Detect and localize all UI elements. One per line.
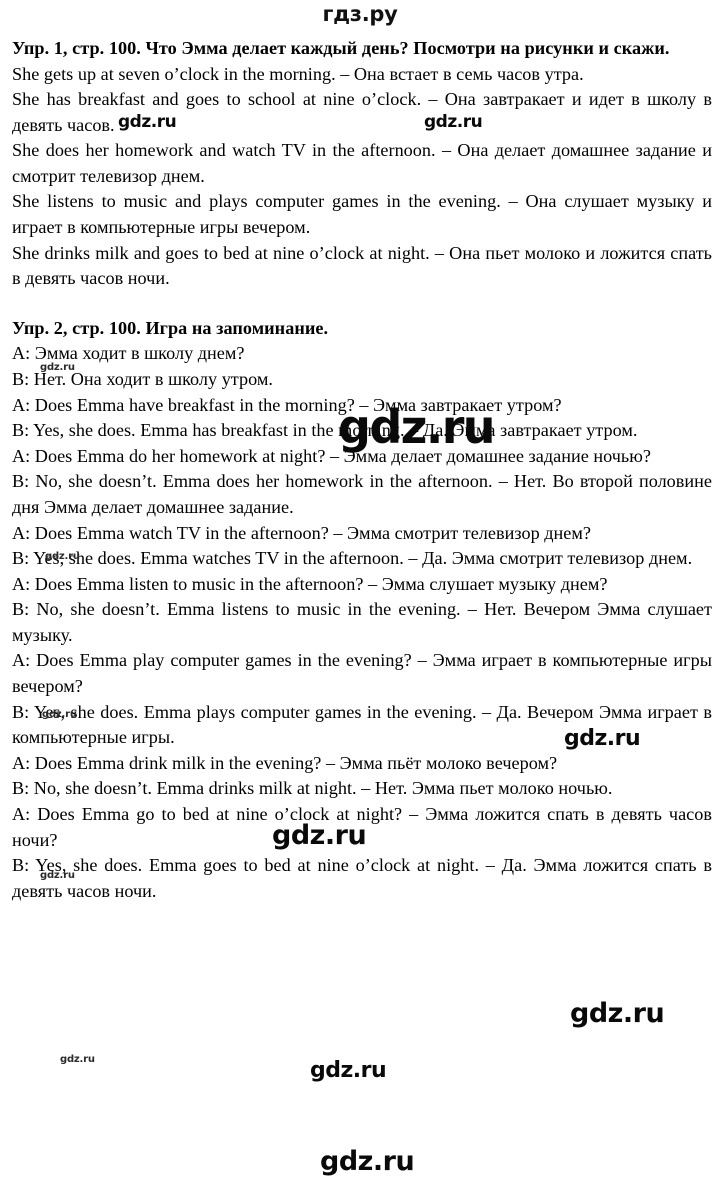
exercise-2-line-6: B: No, she doesn’t. Emma does her homewo… — [12, 471, 712, 517]
exercise-1-line-3: She does her homework and watch TV in th… — [12, 140, 712, 186]
exercise-2-line-10: B: No, she doesn’t. Emma listens to musi… — [12, 599, 712, 645]
exercise-1-heading: Упр. 1, стр. 100. Что Эмма делает каждый… — [12, 38, 670, 58]
exercise-2-line-12: B: Yes, she does. Emma plays computer ga… — [12, 701, 712, 748]
exercise-2-line-15: A: Does Emma go to bed at nine o’clock a… — [12, 804, 712, 850]
site-logo: гдз.ру — [322, 2, 398, 26]
exercise-1-line-4: She listens to music and plays computer … — [12, 191, 712, 238]
exercise-2-line-4: B: Yes, she does. Emma has breakfast in … — [12, 420, 638, 441]
exercise-2-line-2: B: Нет. Она ходит в школу утром. — [12, 368, 273, 389]
exercise-2-line-7: A: Does Emma watch TV in the afternoon? … — [12, 522, 591, 543]
exercise-2-line-14: B: No, she doesn’t. Emma drinks milk at … — [12, 778, 613, 799]
watermark: gdz.ru — [570, 998, 665, 1029]
exercise-2-line-13: A: Does Emma drink milk in the evening? … — [12, 752, 558, 773]
exercise-2-line-3: A: Does Emma have breakfast in the morni… — [12, 394, 562, 415]
exercise-2-line-9: A: Does Emma listen to music in the afte… — [12, 573, 608, 594]
exercise-2-line-11: A: Does Emma play computer games in the … — [12, 650, 712, 697]
exercise-1-line-5: She drinks milk and goes to bed at nine … — [12, 242, 712, 289]
document-body: Упр. 1, стр. 100. Что Эмма делает каждый… — [12, 36, 712, 904]
exercise-1-block: Упр. 1, стр. 100. Что Эмма делает каждый… — [12, 36, 712, 292]
exercise-2-block: Упр. 2, стр. 100. Игра на запоминание. A… — [12, 316, 712, 905]
exercise-2-heading: Упр. 2, стр. 100. Игра на запоминание. — [12, 317, 329, 338]
exercise-2-line-8: B: Yes, she does. Emma watches TV in the… — [12, 548, 693, 569]
watermark: gdz.ru — [320, 1146, 415, 1177]
page-canvas: гдз.ру Упр. 1, стр. 100. Что Эмма делает… — [0, 0, 720, 1177]
watermark: gdz.ru — [310, 1058, 387, 1083]
exercise-1-line-1: She gets up at seven o’clock in the morn… — [12, 63, 584, 84]
exercise-2-line-5: A: Does Emma do her homework at night? –… — [12, 445, 651, 466]
watermark: gdz.ru — [60, 1054, 95, 1065]
exercise-2-line-1: A: Эмма ходит в школу днем? — [12, 343, 245, 364]
exercise-1-line-2: She has breakfast and goes to school at … — [12, 89, 712, 135]
exercise-2-line-16: B: Yes, she does. Emma goes to bed at ni… — [12, 855, 712, 901]
